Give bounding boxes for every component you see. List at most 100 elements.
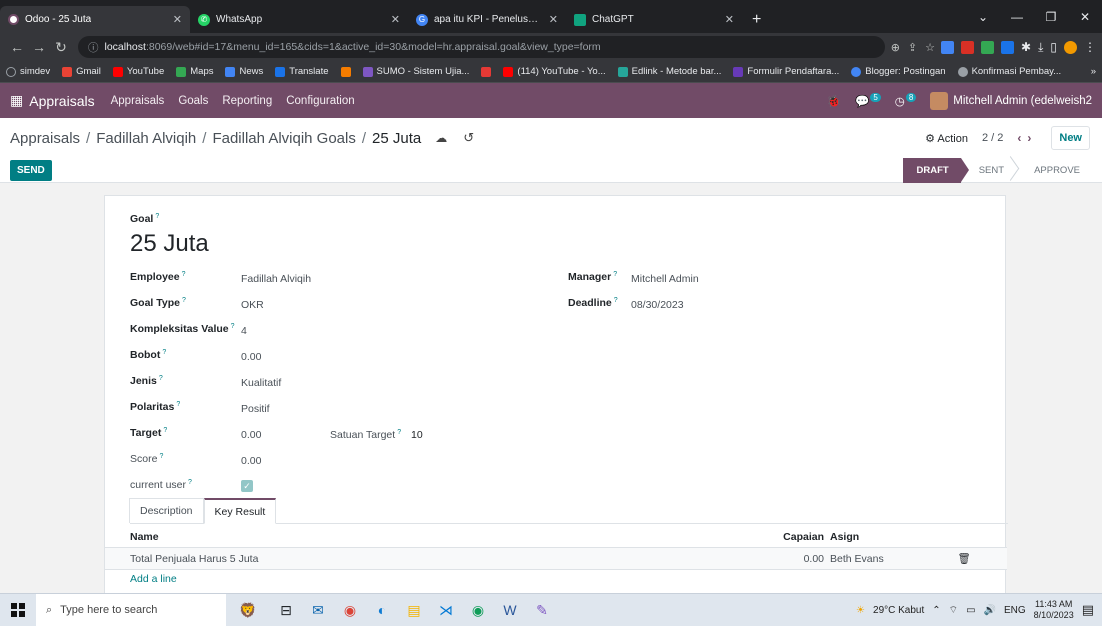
help-tooltip-icon[interactable]: ?	[182, 297, 186, 304]
bookmark-red[interactable]	[481, 66, 492, 77]
clock[interactable]: 11:43 AM 8/10/2023	[1034, 599, 1074, 621]
side-panel-icon[interactable]: ▯	[1050, 40, 1057, 54]
network-icon[interactable]: ⌔	[949, 604, 958, 617]
kompleksitas-field[interactable]: 4	[241, 325, 247, 337]
help-tooltip-icon[interactable]: ?	[231, 323, 235, 330]
messages-icon[interactable]: 💬 5	[855, 92, 881, 108]
paint-icon[interactable]: ✎	[526, 594, 558, 626]
help-tooltip-icon[interactable]: ?	[163, 427, 167, 434]
employee-field[interactable]: Fadillah Alviqih	[241, 273, 311, 285]
menu-reporting[interactable]: Reporting	[222, 95, 272, 107]
activities-clock-icon[interactable]: ◷ 8	[895, 92, 917, 108]
help-tooltip-icon[interactable]: ?	[188, 479, 192, 486]
menu-appraisals[interactable]: Appraisals	[111, 95, 165, 107]
close-tab-icon[interactable]: ✕	[543, 13, 558, 26]
goal-type-field[interactable]: OKR	[241, 299, 264, 311]
satuan-target-field[interactable]: 10	[411, 429, 423, 441]
table-row[interactable]: Total Penjuala Harus 5 Juta 0.00 Beth Ev…	[105, 548, 1007, 570]
bookmark-youtube-114[interactable]: (114) YouTube - Yo...	[503, 66, 606, 77]
reload-icon[interactable]: ↻	[50, 39, 72, 56]
polaritas-field[interactable]: Positif	[241, 403, 270, 415]
pager-next-icon[interactable]: ›	[1027, 131, 1037, 145]
close-tab-icon[interactable]: ✕	[385, 13, 400, 26]
apps-grid-icon[interactable]: ▦	[10, 92, 23, 109]
save-cloud-icon[interactable]: ☁	[435, 131, 447, 145]
bookmark-konfirmasi[interactable]: Konfirmasi Pembay...	[957, 66, 1061, 77]
tab-description[interactable]: Description	[129, 498, 204, 523]
help-tooltip-icon[interactable]: ?	[162, 349, 166, 356]
extension-icon[interactable]	[961, 40, 975, 54]
language-indicator[interactable]: ENG	[1004, 605, 1026, 616]
pager-prev-icon[interactable]: ‹	[1017, 131, 1027, 145]
close-tab-icon[interactable]: ✕	[167, 13, 182, 26]
add-line-link[interactable]: Add a line	[105, 570, 1007, 588]
url-input[interactable]: ⓘ localhost :8069/web#id=17&menu_id=165&…	[78, 36, 885, 58]
pager-value[interactable]: 2 / 2	[982, 132, 1003, 144]
breadcrumb-employee[interactable]: Fadillah Alviqih	[96, 130, 196, 147]
battery-icon[interactable]: ▭	[966, 605, 975, 616]
forward-icon[interactable]: →	[28, 39, 50, 55]
browser-tab-chatgpt[interactable]: ChatGPT ✕	[566, 6, 742, 33]
download-icon[interactable]: ⤓	[1038, 40, 1043, 55]
bookmark-translate[interactable]: Translate	[275, 66, 329, 77]
site-info-icon[interactable]: ⓘ	[88, 40, 99, 55]
windows-start-icon[interactable]	[0, 594, 36, 626]
new-tab-button[interactable]: +	[742, 6, 771, 33]
help-tooltip-icon[interactable]: ?	[397, 429, 401, 436]
task-view-icon[interactable]: ⊟	[270, 594, 302, 626]
breadcrumb-appraisals[interactable]: Appraisals	[10, 130, 80, 147]
user-menu[interactable]: Mitchell Admin (edelweish2	[930, 91, 1092, 110]
stage-approve[interactable]: APPROVE	[1016, 158, 1092, 183]
help-tooltip-icon[interactable]: ?	[614, 297, 618, 304]
back-icon[interactable]: ←	[6, 39, 28, 55]
column-name[interactable]: Name	[130, 531, 766, 543]
bookmark-star-icon[interactable]: ☆	[925, 41, 935, 54]
volume-icon[interactable]: 🔊	[984, 605, 996, 616]
bookmark-youtube[interactable]: YouTube	[112, 66, 164, 77]
send-button[interactable]: SEND	[10, 159, 52, 181]
extension-icon[interactable]	[941, 40, 955, 54]
goal-name-field[interactable]: 25 Juta	[130, 230, 209, 258]
trash-icon[interactable]: 🗑	[944, 552, 984, 565]
vscode-icon[interactable]: ⋊	[430, 594, 462, 626]
target-field[interactable]: 0.00	[241, 429, 261, 441]
jenis-field[interactable]: Kualitatif	[241, 377, 281, 389]
help-tooltip-icon[interactable]: ?	[182, 271, 186, 278]
word-icon[interactable]: W	[494, 594, 526, 626]
notifications-icon[interactable]: ▤	[1082, 602, 1094, 618]
help-tooltip-icon[interactable]: ?	[613, 271, 617, 278]
close-window-icon[interactable]: ✕	[1068, 10, 1102, 24]
weather-text[interactable]: 29°C Kabut	[873, 605, 924, 616]
browser-tab-odoo[interactable]: Odoo - 25 Juta ✕	[0, 6, 190, 33]
help-tooltip-icon[interactable]: ?	[159, 375, 163, 382]
zoom-icon[interactable]: ⊕	[891, 41, 900, 54]
profile-avatar[interactable]	[1064, 40, 1077, 54]
bobot-field[interactable]: 0.00	[241, 351, 261, 363]
bookmark-simdev[interactable]: simdev	[6, 66, 50, 77]
chrome-icon[interactable]: ◉	[334, 594, 366, 626]
menu-goals[interactable]: Goals	[178, 95, 208, 107]
tray-expand-icon[interactable]: ⌃	[932, 605, 940, 616]
menu-icon[interactable]: ⋮	[1084, 40, 1096, 54]
bookmark-orange[interactable]	[340, 66, 351, 77]
bookmark-edlink[interactable]: Edlink - Metode bar...	[617, 66, 721, 77]
maximize-icon[interactable]: ❐	[1034, 10, 1068, 24]
discard-icon[interactable]: ↺	[463, 130, 474, 146]
chrome-profile-icon[interactable]: ◉	[462, 594, 494, 626]
minimize-icon[interactable]: —	[1000, 10, 1034, 24]
bookmark-blogger[interactable]: Blogger: Postingan	[851, 66, 946, 77]
bookmark-maps[interactable]: Maps	[176, 66, 213, 77]
taskbar-search-input[interactable]: ⌕ Type here to search	[36, 593, 226, 626]
store-icon[interactable]: ▤	[398, 594, 430, 626]
stage-sent[interactable]: SENT	[961, 158, 1016, 183]
mail-icon[interactable]: ✉	[302, 594, 334, 626]
share-icon[interactable]: ⇪	[908, 41, 917, 54]
help-tooltip-icon[interactable]: ?	[159, 453, 163, 460]
current-user-checkbox[interactable]: ✓	[241, 480, 253, 492]
breadcrumb-goals[interactable]: Fadillah Alviqih Goals	[212, 130, 355, 147]
bookmark-sumo[interactable]: SUMO - Sistem Ujia...	[362, 66, 469, 77]
deadline-field[interactable]: 08/30/2023	[631, 299, 684, 311]
extension-icon[interactable]	[1001, 40, 1015, 54]
action-button[interactable]: ⚙ Action	[925, 132, 968, 145]
tab-search-icon[interactable]: ⌄	[966, 10, 1000, 24]
